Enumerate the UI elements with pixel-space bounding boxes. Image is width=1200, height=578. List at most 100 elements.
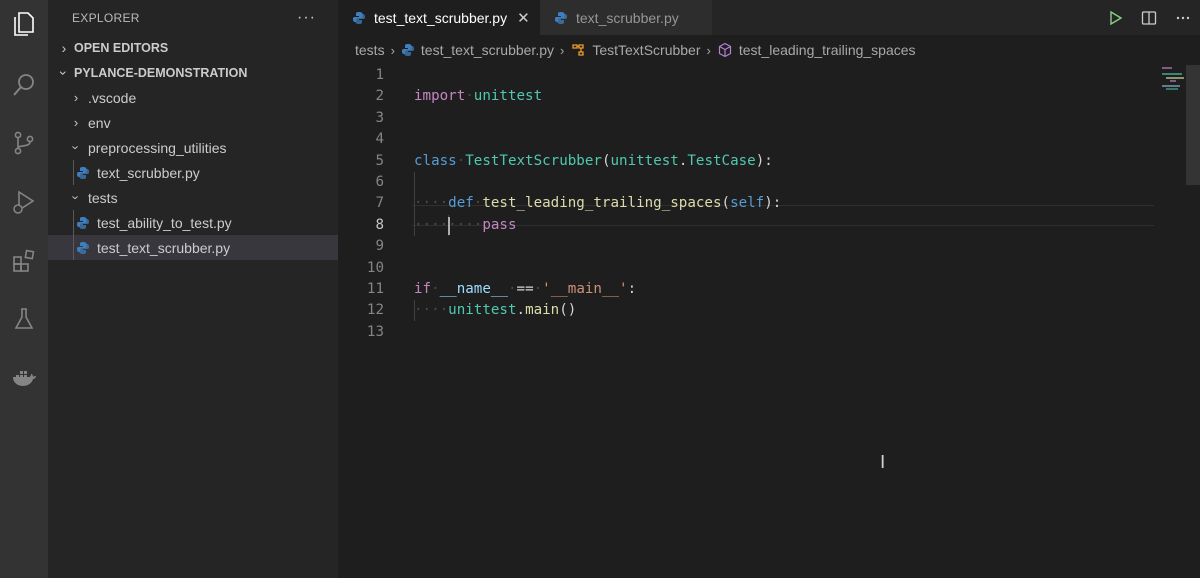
tree-folder-vscode[interactable]: › .vscode	[48, 85, 338, 110]
breadcrumb-label: TestTextScrubber	[592, 42, 701, 58]
chevron-right-icon: ›	[73, 90, 79, 105]
line-number: 12	[366, 302, 384, 319]
code-text: import·unittest	[414, 88, 543, 105]
code-line: 13	[338, 322, 1158, 343]
python-file-icon	[554, 11, 568, 25]
code-line: 12 ····unittest.main()	[338, 300, 1158, 321]
breadcrumb: tests › test_text_scrubber.py › TestText…	[338, 35, 1200, 65]
line-number: 7	[375, 195, 384, 212]
tree-item-label: text_scrubber.py	[97, 164, 200, 181]
more-actions-icon[interactable]	[1166, 0, 1200, 35]
code-editor[interactable]: 1 2 import·unittest 3 4 5 class·TestText…	[338, 65, 1200, 578]
code-text: ········pass	[414, 216, 517, 233]
breadcrumb-label: test_text_scrubber.py	[420, 42, 554, 58]
indent-guide	[73, 210, 74, 235]
more-actions-icon[interactable]: ···	[297, 9, 316, 27]
tree-file-test-ability-to-test[interactable]: test_ability_to_test.py	[48, 210, 338, 235]
line-number: 6	[375, 174, 384, 190]
search-icon[interactable]	[0, 63, 48, 107]
minimap[interactable]	[1158, 65, 1186, 105]
files-icon[interactable]	[0, 2, 48, 46]
breadcrumb-label: test_leading_trailing_spaces	[738, 42, 916, 58]
tree-folder-preprocessing-utilities[interactable]: › preprocessing_utilities	[48, 135, 338, 160]
breadcrumb-method[interactable]: test_leading_trailing_spaces	[717, 42, 916, 58]
python-file-icon	[401, 43, 415, 57]
code-text: ····unittest.main()	[414, 302, 577, 319]
extensions-icon[interactable]	[0, 239, 48, 283]
tree-file-test-text-scrubber[interactable]: test_text_scrubber.py	[48, 235, 338, 260]
close-icon[interactable]: ✕	[517, 9, 530, 27]
tree-item-label: env	[88, 114, 111, 131]
token-module: unittest	[473, 88, 543, 105]
project-section[interactable]: › PYLANCE-DEMONSTRATION	[48, 60, 338, 85]
vertical-scrollbar[interactable]	[1186, 65, 1200, 578]
token-variable: __name__	[439, 281, 508, 297]
testing-flask-icon[interactable]	[0, 297, 48, 341]
scrollbar-thumb[interactable]	[1186, 65, 1200, 185]
code-line: 2 import·unittest	[338, 86, 1158, 107]
explorer-sidebar: EXPLORER ··· › OPEN EDITORS › PYLANCE-DE…	[48, 0, 338, 578]
tab-label: test_text_scrubber.py	[374, 9, 508, 26]
chevron-down-icon: ›	[68, 145, 84, 150]
line-number: 8	[375, 216, 384, 233]
tab-test-text-scrubber[interactable]: test_text_scrubber.py ✕	[338, 0, 540, 35]
python-file-icon	[76, 241, 90, 255]
token-function: main	[525, 302, 560, 319]
token-module: unittest	[448, 302, 517, 319]
tree-file-text-scrubber[interactable]: text_scrubber.py	[48, 160, 338, 185]
token-keyword: if	[414, 281, 432, 297]
run-debug-icon[interactable]	[0, 180, 48, 224]
code-text: class·TestTextScrubber(unittest.TestCase…	[414, 152, 773, 169]
chevron-down-icon: ›	[68, 195, 84, 200]
token-module: unittest	[610, 152, 679, 169]
open-editors-section[interactable]: › OPEN EDITORS	[48, 35, 338, 60]
code-line: 3	[338, 108, 1158, 129]
token-function: test_leading_trailing_spaces	[482, 195, 722, 212]
method-symbol-icon	[717, 42, 733, 58]
explorer-header: EXPLORER ···	[48, 0, 338, 35]
token-keyword: import	[414, 88, 466, 105]
breadcrumb-file[interactable]: test_text_scrubber.py	[401, 42, 554, 58]
code-line: 1	[338, 65, 1158, 86]
line-number: 13	[366, 323, 384, 340]
code-line: 7 ····def·test_leading_trailing_spaces(s…	[338, 193, 1158, 214]
code-line: 5 class·TestTextScrubber(unittest.TestCa…	[338, 151, 1158, 172]
token-parameter: self	[730, 195, 765, 212]
breadcrumb-class[interactable]: TestTextScrubber	[570, 42, 701, 58]
line-number: 11	[366, 281, 384, 297]
line-number: 9	[375, 238, 384, 255]
token-class: TestTextScrubber	[465, 152, 602, 169]
split-editor-icon[interactable]	[1132, 0, 1166, 35]
open-editors-label: OPEN EDITORS	[74, 40, 169, 55]
tree-folder-tests[interactable]: › tests	[48, 185, 338, 210]
token-operator: ==	[516, 281, 534, 297]
code-line: 8 ········pass	[338, 215, 1158, 236]
indent-guide	[414, 300, 415, 322]
run-file-icon[interactable]	[1098, 0, 1132, 35]
tab-text-scrubber[interactable]: text_scrubber.py	[540, 0, 712, 35]
code-line: 11 if·__name__·==·'__main__':	[338, 279, 1158, 300]
token-keyword: pass	[482, 216, 517, 233]
class-symbol-icon	[570, 42, 586, 58]
tree-folder-env[interactable]: › env	[48, 110, 338, 135]
token-keyword: class	[414, 152, 457, 169]
breadcrumb-folder[interactable]: tests	[355, 42, 385, 58]
source-control-icon[interactable]	[0, 121, 48, 165]
token-class: TestCase	[687, 152, 756, 169]
code-line: 9	[338, 236, 1158, 257]
mouse-ibeam-cursor-icon: I	[880, 452, 886, 473]
explorer-title: EXPLORER	[72, 10, 140, 25]
line-number: 5	[375, 152, 384, 169]
tree-item-label: test_ability_to_test.py	[97, 214, 232, 231]
code-line: 6	[338, 172, 1158, 193]
line-number: 2	[375, 88, 384, 105]
tree-item-label: test_text_scrubber.py	[97, 239, 231, 256]
activity-bar	[0, 0, 48, 578]
docker-icon[interactable]	[0, 357, 48, 401]
python-file-icon	[76, 216, 90, 230]
editor-tab-bar: test_text_scrubber.py ✕ text_scrubber.py	[338, 0, 1200, 35]
tab-label: text_scrubber.py	[576, 9, 679, 26]
chevron-right-icon: ›	[390, 42, 395, 58]
line-number: 1	[375, 67, 384, 83]
line-number: 4	[375, 131, 384, 148]
